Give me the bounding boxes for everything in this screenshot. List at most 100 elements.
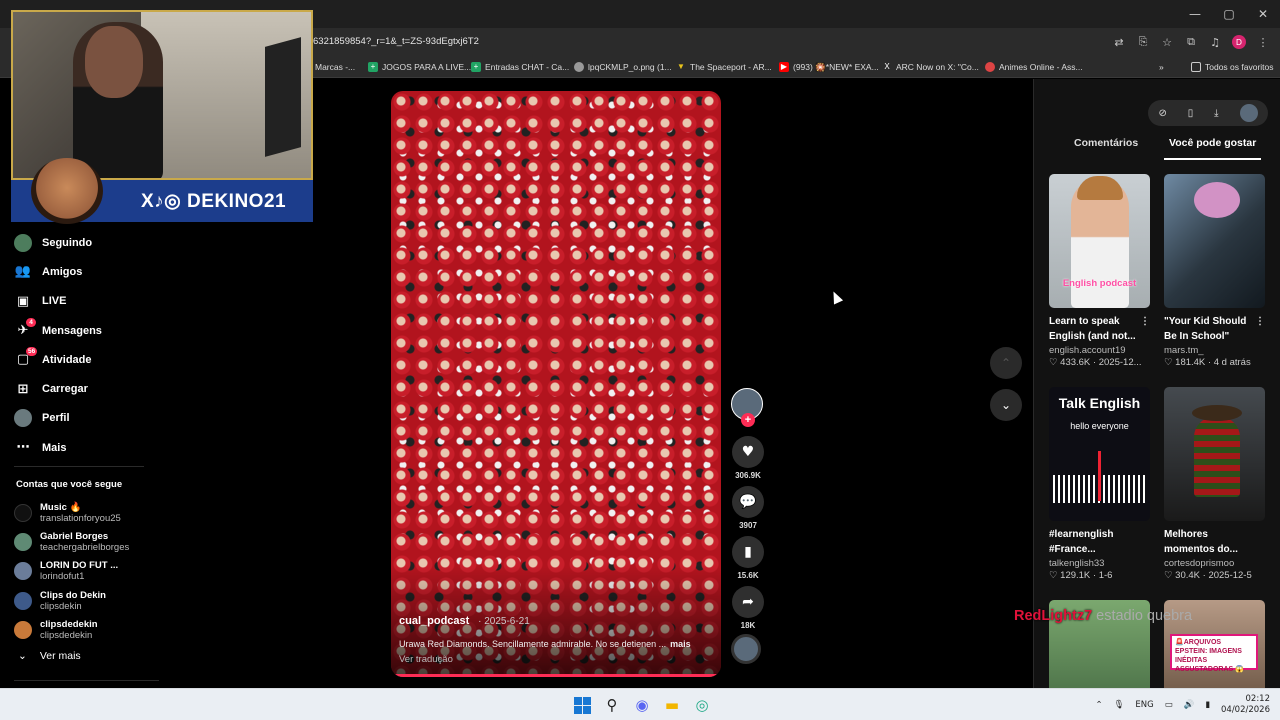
card-thumbnail[interactable] [1164,387,1265,521]
translate-icon[interactable]: ⇄ [1108,31,1130,53]
following-account[interactable]: Clips do Dekin clipsdekin [14,586,174,615]
card-stats: ♡ 181.4K · 4 d atrás [1164,357,1251,368]
video-progress-bar[interactable] [391,674,721,677]
network-icon[interactable]: ▭ [1165,700,1173,710]
profile-avatar-icon [14,409,32,428]
install-app-icon[interactable]: ⎘ [1132,31,1154,53]
discord-icon[interactable]: ◉ [630,693,654,717]
globe-icon [574,62,584,72]
bookmark-item[interactable]: Marcas -... [315,56,355,78]
heart-icon[interactable]: ♥ [732,436,764,468]
card-stats: ♡ 433.6K · 2025-12... [1049,357,1142,368]
recommended-card[interactable]: Melhores momentos do... cortesdoprismoo … [1164,387,1265,581]
bookmark-item[interactable]: ▶ (993) 🎇*NEW* EXA... [779,56,879,78]
youtube-icon: ▶ [779,62,789,72]
card-author[interactable]: mars.tm_ [1164,345,1265,356]
battery-icon[interactable]: ▮ [1205,700,1210,710]
caption-more-button[interactable]: mais [670,639,691,649]
url-field[interactable]: 6321859854?_r=1&_t=ZS-93dEgtxj6T2 [313,28,479,56]
sidebar-item-profile[interactable]: Perfil [14,404,164,433]
following-account[interactable]: clipsdedekin clipsdedekin [14,615,174,644]
following-account[interactable]: LORIN DO FUT ... lorindofut1 [14,557,174,586]
bookmark-item[interactable]: ▼ The Spaceport - AR... [676,56,772,78]
card-author[interactable]: english.account19 [1049,345,1150,356]
card-stats: ♡ 129.1K · 1-6 [1049,570,1113,581]
sidebar-item-messages[interactable]: ✈ 4 Mensagens [14,316,164,345]
save-action[interactable]: ▮ 15.6K [731,536,765,580]
card-thumbnail[interactable] [1164,174,1265,308]
following-account[interactable]: Music 🔥 translationforyou25 [14,498,174,527]
thumb-toy [1194,182,1240,218]
tab-comments[interactable]: Comentários [1074,137,1138,149]
minimize-icon[interactable]: — [1178,0,1212,28]
bookmark-icon[interactable]: ▮ [732,536,764,568]
like-action[interactable]: ♥ 306.9K [731,436,765,480]
more-options-icon[interactable]: ⋮ [1140,314,1150,329]
share-action[interactable]: ➦ 18K [731,586,765,630]
chevron-down-icon: ⌄ [1000,398,1012,412]
user-avatar[interactable] [1239,104,1258,122]
comment-action[interactable]: 💬 3907 [731,486,765,530]
clock[interactable]: 02:12 04/02/2026 [1221,694,1270,716]
follow-plus-icon[interactable]: + [741,413,755,427]
sidebar-item-upload[interactable]: ⊞ Carregar [14,374,164,403]
share-icon[interactable]: ➦ [732,586,764,618]
video-author[interactable]: cual_podcast [399,615,469,627]
spaceport-icon: ▼ [677,62,685,71]
bookmark-item[interactable]: X ARC Now on X: "Co... [882,56,979,78]
sidebar-item-live[interactable]: ▣ LIVE [14,287,164,316]
tab-you-may-like[interactable]: Você pode gostar [1169,137,1256,149]
see-more-button[interactable]: ⌄ Ver mais [18,650,81,662]
webcam-overlay [11,10,313,180]
card-author[interactable]: cortesdoprismoo [1164,558,1265,569]
all-favorites-folder[interactable]: Todos os favoritos [1191,56,1274,78]
following-account[interactable]: Gabriel Borges teachergabrielborges [14,527,174,556]
close-icon[interactable]: ✕ [1246,0,1280,28]
comment-icon[interactable]: 💬 [732,486,764,518]
following-accounts-list: Music 🔥 translationforyou25 Gabriel Borge… [14,498,174,644]
windows-start-icon[interactable] [570,693,594,717]
more-options-icon[interactable]: ⋮ [1255,314,1265,329]
phone-icon[interactable]: ▯ [1188,108,1194,119]
avatar [14,503,32,522]
maximize-icon[interactable]: ▢ [1212,0,1246,28]
search-icon[interactable]: ⚲ [600,693,624,717]
next-video-button[interactable]: ⌄ [990,389,1022,421]
bookmark-item[interactable]: Animes Online - Ass... [985,56,1083,78]
bookmark-item[interactable]: + Entradas CHAT - Ca... [471,56,569,78]
sidebar-item-activity[interactable]: ▢ 56 Atividade [14,345,164,374]
bookmark-item[interactable]: lpqCKMLP_o.png (1... [574,56,672,78]
extensions-icon[interactable]: ⧉ [1180,31,1202,53]
language-indicator[interactable]: ENG [1135,700,1153,710]
chrome-icon[interactable]: ◎ [690,693,714,717]
file-explorer-icon[interactable]: ▬ [660,693,684,717]
bookmark-star-icon[interactable]: ☆ [1156,31,1178,53]
sidebar-item-friends[interactable]: 👥 Amigos [14,257,164,286]
profile-avatar[interactable]: D [1232,35,1246,49]
video-player[interactable]: cual_podcast · 2025-6-21 Urawa Red Diamo… [391,91,721,677]
compass-icon[interactable]: ⊘ [1158,108,1166,119]
bookmarks-overflow-button[interactable]: » [1159,56,1164,78]
download-icon[interactable]: ⤓ [1214,108,1218,119]
media-controls-icon[interactable]: ♫ [1204,31,1226,53]
previous-video-button[interactable]: ⌃ [990,347,1022,379]
creator-avatar[interactable]: + [731,388,763,427]
card-author[interactable]: talkenglish33 [1049,558,1150,569]
card-thumbnail[interactable]: English podcast [1049,174,1150,308]
volume-icon[interactable]: 🔊 [1184,700,1195,710]
see-translation-button[interactable]: Ver tradução [399,654,453,665]
sidebar-item-following[interactable]: Seguindo [14,228,164,257]
recommended-card[interactable]: English podcast Learn to speak English (… [1049,174,1150,368]
sheets-icon: + [368,62,378,72]
bookmark-item[interactable]: + JOGOS PARA A LIVE... [368,56,471,78]
recommended-card[interactable]: "Your Kid Should Be In School" ⋮ mars.tm_… [1164,174,1265,368]
music-disc-icon[interactable] [731,634,761,664]
microphone-icon[interactable]: 🎙 [1114,700,1125,710]
tray-overflow-icon[interactable]: ⌃ [1095,700,1102,710]
chat-username: RedLightz7 [1014,608,1093,624]
menu-kebab-icon[interactable]: ⋮ [1252,31,1274,53]
sidebar-item-more[interactable]: ⋯ Mais [14,433,164,462]
card-thumbnail[interactable]: Talk English hello everyone [1049,387,1150,521]
anime-site-icon [985,62,995,72]
recommended-card[interactable]: Talk English hello everyone #learnenglish… [1049,387,1150,581]
